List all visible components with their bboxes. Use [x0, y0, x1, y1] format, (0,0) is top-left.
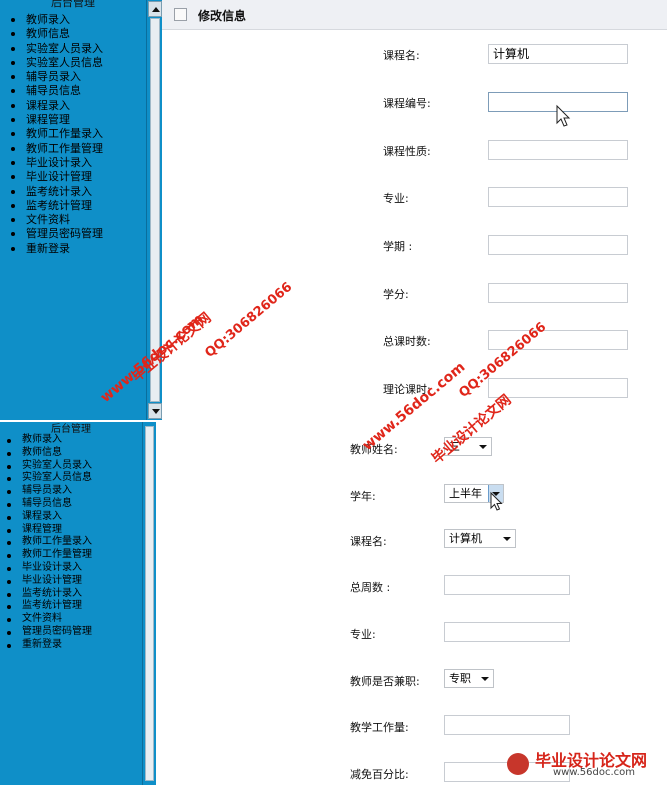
sidebar-item-proctor-manage[interactable]: 监考统计管理 [10, 199, 103, 213]
course-name-value: 计算机 [449, 532, 482, 545]
total-hours-label: 总课时数: [383, 335, 431, 348]
sidebar-item-workload-manage[interactable]: 教师工作量管理 [6, 549, 92, 562]
sidebar-item-lab-staff-entry[interactable]: 实验室人员录入 [6, 460, 92, 473]
edit-form: 修改信息 课程名: 计算机 课程编号: 课程性质: 专业: 学期 : 学分: 总… [162, 0, 667, 420]
sidebar-item-teacher-info[interactable]: 教师信息 [6, 447, 92, 460]
sidebar-item-counselor-info[interactable]: 辅导员信息 [6, 498, 92, 511]
sidebar-item-lab-staff-info[interactable]: 实验室人员信息 [6, 472, 92, 485]
reduction-percent-label: 减免百分比: [350, 768, 409, 781]
sidebar-item-proctor-entry[interactable]: 监考统计录入 [6, 588, 92, 601]
school-year-label: 学年: [350, 490, 376, 503]
scroll-up-icon[interactable] [148, 1, 162, 17]
part-time-label: 教师是否兼职: [350, 675, 420, 688]
sidebar-item-course-manage[interactable]: 课程管理 [6, 524, 92, 537]
course-type-input[interactable] [488, 140, 628, 160]
major-input[interactable] [488, 187, 628, 207]
school-year-value: 上半年 [449, 487, 482, 500]
sidebar-item-teacher-entry[interactable]: 教师录入 [6, 434, 92, 447]
chevron-down-icon [479, 445, 487, 449]
course-name-select[interactable]: 计算机 [444, 529, 516, 548]
sidebar-item-files[interactable]: 文件资料 [10, 213, 103, 227]
sidebar-item-teacher-entry[interactable]: 教师录入 [10, 13, 103, 27]
mouse-pointer-icon [556, 104, 571, 127]
sidebar-menu: 教师录入 教师信息 实验室人员录入 实验室人员信息 辅导员录入 辅导员信息 课程… [6, 434, 92, 652]
sidebar-item-relogin[interactable]: 重新登录 [10, 242, 103, 256]
sidebar-item-teacher-info[interactable]: 教师信息 [10, 27, 103, 41]
sidebar-item-counselor-entry[interactable]: 辅导员录入 [10, 70, 103, 84]
theory-hours-input[interactable] [488, 378, 628, 398]
part-time-select[interactable]: 专职 [444, 669, 494, 688]
scrollbar-track[interactable] [145, 426, 154, 781]
sidebar-item-lab-staff-info[interactable]: 实验室人员信息 [10, 56, 103, 70]
sidebar-item-proctor-entry[interactable]: 监考统计录入 [10, 185, 103, 199]
brand-logo: 毕业设计论文网 www.56doc.com [503, 747, 663, 781]
sidebar-item-admin-password[interactable]: 管理员密码管理 [6, 626, 92, 639]
sidebar: 后台管理 教师录入 教师信息 实验室人员录入 实验室人员信息 辅导员录入 辅导员… [0, 0, 146, 420]
sidebar-item-counselor-entry[interactable]: 辅导员录入 [6, 485, 92, 498]
sidebar-item-relogin[interactable]: 重新登录 [6, 639, 92, 652]
sidebar-item-course-manage[interactable]: 课程管理 [10, 113, 103, 127]
bottom-panel: 后台管理 教师录入 教师信息 实验室人员录入 实验室人员信息 辅导员录入 辅导员… [0, 422, 667, 785]
teaching-workload-input[interactable] [444, 715, 570, 735]
sidebar-item-thesis-entry[interactable]: 毕业设计录入 [10, 156, 103, 170]
total-weeks-label: 总周数 : [350, 581, 391, 594]
teaching-workload-label: 教学工作量: [350, 721, 409, 734]
part-time-value: 专职 [449, 672, 471, 685]
brand-url: www.56doc.com [553, 767, 636, 778]
sidebar-menu: 教师录入 教师信息 实验室人员录入 实验室人员信息 辅导员录入 辅导员信息 课程… [10, 13, 103, 256]
sidebar-scrollbar[interactable] [142, 422, 156, 785]
major-input[interactable] [444, 622, 570, 642]
top-panel: 后台管理 教师录入 教师信息 实验室人员录入 实验室人员信息 辅导员录入 辅导员… [0, 0, 667, 420]
course-type-label: 课程性质: [383, 145, 431, 158]
mouse-pointer-icon [490, 491, 503, 511]
sidebar-item-thesis-entry[interactable]: 毕业设计录入 [6, 562, 92, 575]
sidebar-item-lab-staff-entry[interactable]: 实验室人员录入 [10, 42, 103, 56]
sidebar-item-workload-entry[interactable]: 教师工作量录入 [6, 536, 92, 549]
sidebar-item-course-entry[interactable]: 课程录入 [6, 511, 92, 524]
scroll-down-icon[interactable] [148, 403, 162, 419]
brand-logo-icon [507, 753, 529, 775]
form-header: 修改信息 [162, 0, 667, 30]
course-name-label: 课程名: [383, 49, 420, 62]
sidebar-item-course-entry[interactable]: 课程录入 [10, 99, 103, 113]
page-title: 修改信息 [198, 9, 247, 23]
sidebar-item-counselor-info[interactable]: 辅导员信息 [10, 84, 103, 98]
major-label: 专业: [350, 628, 376, 641]
credits-label: 学分: [383, 288, 409, 301]
sidebar: 后台管理 教师录入 教师信息 实验室人员录入 实验室人员信息 辅导员录入 辅导员… [0, 422, 142, 785]
header-checkbox[interactable] [174, 8, 187, 21]
sidebar-item-workload-entry[interactable]: 教师工作量录入 [10, 127, 103, 141]
sidebar-item-admin-password[interactable]: 管理员密码管理 [10, 227, 103, 241]
sidebar-item-files[interactable]: 文件资料 [6, 613, 92, 626]
chevron-down-icon [481, 677, 489, 681]
course-name-label: 课程名: [350, 535, 387, 548]
chevron-down-icon [503, 537, 511, 541]
sidebar-title: 后台管理 [51, 0, 95, 9]
semester-label: 学期 : [383, 240, 413, 253]
major-label: 专业: [383, 192, 409, 205]
total-weeks-input[interactable] [444, 575, 570, 595]
sidebar-item-thesis-manage[interactable]: 毕业设计管理 [6, 575, 92, 588]
semester-input[interactable] [488, 235, 628, 255]
workload-form: 教师姓名: 三 学年: 上半年 课程名: 计算机 总周数 : 专业: 教师是否兼… [156, 422, 667, 785]
course-name-input[interactable]: 计算机 [488, 44, 628, 64]
credits-input[interactable] [488, 283, 628, 303]
sidebar-item-thesis-manage[interactable]: 毕业设计管理 [10, 170, 103, 184]
sidebar-item-workload-manage[interactable]: 教师工作量管理 [10, 142, 103, 156]
sidebar-item-proctor-manage[interactable]: 监考统计管理 [6, 600, 92, 613]
course-code-label: 课程编号: [383, 97, 431, 110]
